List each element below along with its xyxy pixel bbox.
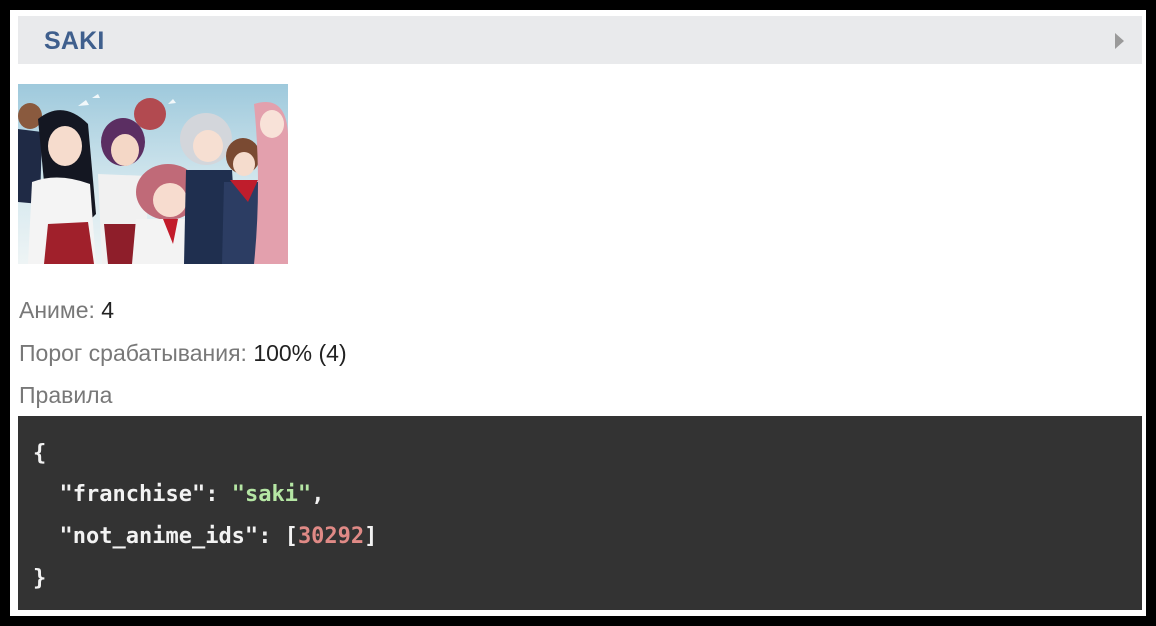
rules-row: Правила [19, 381, 112, 409]
franchise-title[interactable]: SAKI [44, 16, 105, 64]
code-franchise-key: "franchise" [59, 482, 206, 507]
code-line-open: { [33, 440, 46, 468]
threshold-value: 100% (4) [253, 340, 347, 366]
anime-count-row: Аниме: 4 [19, 296, 114, 324]
franchise-poster[interactable] [18, 84, 288, 264]
anime-count-label: Аниме: [19, 297, 95, 323]
code-close-brace: } [33, 566, 47, 591]
code-line-not-anime-ids: "not_anime_ids": [30292] [59, 524, 378, 549]
code-franchise-value: "saki" [231, 482, 312, 507]
code-line-franchise: "franchise": "saki", [59, 482, 325, 507]
poster-illustration [18, 84, 288, 264]
franchise-header[interactable]: SAKI [18, 16, 1142, 64]
rules-code-block: { "franchise": "saki", "not_anime_ids": … [18, 416, 1142, 610]
anime-count-value: 4 [101, 297, 115, 323]
code-line-close: } [33, 565, 46, 593]
rules-label: Правила [19, 382, 113, 408]
code-not-anime-ids-value: 30292 [297, 524, 365, 549]
triangle-right-icon[interactable] [1115, 33, 1124, 49]
code-open-brace: { [33, 441, 47, 466]
code-not-anime-ids-key: "not_anime_ids" [59, 524, 259, 549]
threshold-row: Порог срабатывания: 100% (4) [19, 339, 347, 367]
threshold-label: Порог срабатывания: [19, 340, 247, 366]
franchise-card: SAKI Аниме: 4 Порог срабатывания: 100% (… [10, 10, 1146, 616]
